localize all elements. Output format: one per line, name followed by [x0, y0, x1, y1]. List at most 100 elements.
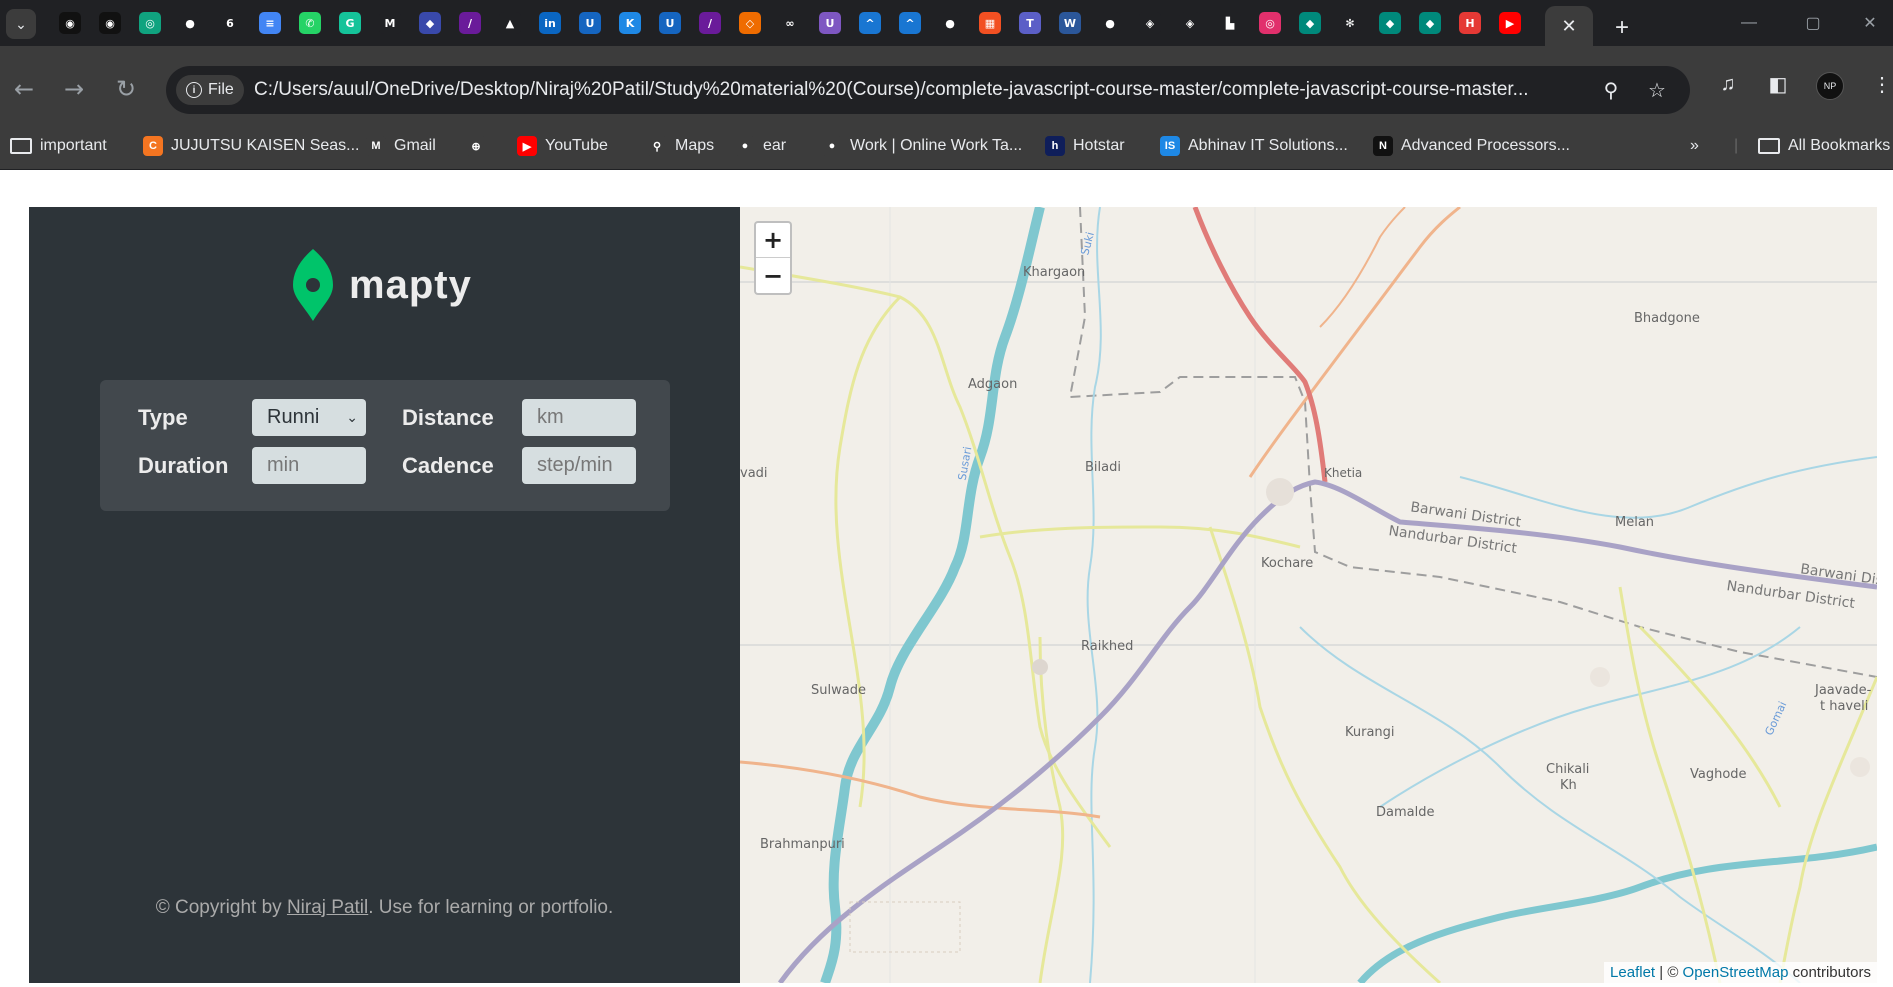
- tab[interactable]: ✻: [1330, 0, 1370, 46]
- tab[interactable]: ◎: [130, 0, 170, 46]
- side-panel-icon[interactable]: ◧: [1760, 66, 1796, 102]
- bookmarks-overflow-button[interactable]: »: [1690, 126, 1699, 166]
- minimize-button[interactable]: —: [1726, 8, 1772, 38]
- all-bookmarks-button[interactable]: All Bookmarks: [1758, 126, 1890, 166]
- tab-list: ◉◉◎●6≡✆GM◆∕▲inUKU∕◇∞U^^●▦TW●◈◈▙◎◆✻◆◆H▶●: [50, 0, 1570, 46]
- duration-input[interactable]: min: [252, 447, 366, 484]
- tab[interactable]: T: [1010, 0, 1050, 46]
- maximize-button[interactable]: ▢: [1790, 8, 1836, 38]
- map-label: Biladi: [1085, 460, 1121, 475]
- grammarly-icon: G: [339, 12, 361, 34]
- leaflet-link[interactable]: Leaflet: [1610, 964, 1655, 981]
- distance-input[interactable]: km: [522, 399, 636, 436]
- bookmark-item[interactable]: important: [10, 126, 107, 166]
- bookmark-item[interactable]: ▶ YouTube: [517, 126, 608, 166]
- tab-close-icon[interactable]: ✕: [1561, 16, 1576, 37]
- tab[interactable]: ◆: [1370, 0, 1410, 46]
- tab[interactable]: ◈: [1170, 0, 1210, 46]
- bookmark-item[interactable]: h Hotstar: [1045, 126, 1125, 166]
- form-row-1: Type Runni ⌄ Distance km: [138, 399, 672, 436]
- bookmark-item[interactable]: ● Work | Online Work Ta...: [822, 126, 1022, 166]
- tab[interactable]: ▶: [1490, 0, 1530, 46]
- author-link[interactable]: Niraj Patil: [287, 897, 368, 918]
- instagram-icon: ◎: [1259, 12, 1281, 34]
- tab[interactable]: ●: [170, 0, 210, 46]
- map-label: t haveli: [1820, 699, 1869, 714]
- tab[interactable]: ◉: [90, 0, 130, 46]
- tab[interactable]: ◈: [1130, 0, 1170, 46]
- teams-icon: T: [1019, 12, 1041, 34]
- logo-text: mapty: [349, 262, 472, 307]
- bookmark-item[interactable]: ● ear: [735, 126, 786, 166]
- tab[interactable]: in: [530, 0, 570, 46]
- bookmark-favicon-icon: ●: [735, 136, 755, 156]
- tab[interactable]: ●: [930, 0, 970, 46]
- tab[interactable]: U: [650, 0, 690, 46]
- favicon-19-icon: ∞: [779, 12, 801, 34]
- map[interactable]: Khargaon Bhadgone Adgaon Biladi Khetia B…: [740, 207, 1877, 983]
- tab[interactable]: W: [1050, 0, 1090, 46]
- bookmark-label: Advanced Processors...: [1401, 137, 1570, 154]
- bookmark-item[interactable]: N Advanced Processors...: [1373, 126, 1570, 166]
- map-label: Melan: [1615, 515, 1655, 530]
- tab[interactable]: M: [370, 0, 410, 46]
- tab[interactable]: 6: [210, 0, 250, 46]
- profile-avatar[interactable]: NP: [1816, 72, 1844, 100]
- tab[interactable]: ◆: [1410, 0, 1450, 46]
- map-tiles[interactable]: [740, 207, 1877, 983]
- tab[interactable]: K: [610, 0, 650, 46]
- location-icon[interactable]: ⚲: [1596, 75, 1626, 105]
- drive-icon: ▲: [499, 12, 521, 34]
- tab[interactable]: U: [570, 0, 610, 46]
- window-close-button[interactable]: ✕: [1847, 8, 1893, 38]
- active-tab[interactable]: ✕: [1545, 6, 1593, 46]
- zoom-out-button[interactable]: −: [756, 258, 790, 293]
- zoom-in-button[interactable]: +: [756, 223, 790, 258]
- bookmark-item[interactable]: ⚲ Maps: [647, 126, 714, 166]
- tab[interactable]: ▦: [970, 0, 1010, 46]
- copyright-text: © Copyright by Niraj Patil. Use for lear…: [29, 897, 740, 919]
- tab[interactable]: ∕: [450, 0, 490, 46]
- cadence-input[interactable]: step/min: [522, 447, 636, 484]
- tab[interactable]: ✆: [290, 0, 330, 46]
- tab[interactable]: U: [810, 0, 850, 46]
- tab[interactable]: ◇: [730, 0, 770, 46]
- tab[interactable]: ▙: [1210, 0, 1250, 46]
- favicon-11-icon: ∕: [459, 12, 481, 34]
- tab[interactable]: ●: [1090, 0, 1130, 46]
- tab[interactable]: ^: [850, 0, 890, 46]
- new-tab-button[interactable]: +: [1604, 10, 1640, 46]
- all-bookmarks-label: All Bookmarks: [1788, 137, 1891, 154]
- docs-icon: ≡: [259, 12, 281, 34]
- bookmark-item[interactable]: ⊕: [466, 126, 486, 166]
- bookmark-item[interactable]: M Gmail: [366, 126, 436, 166]
- address-bar[interactable]: i File C:/Users/auul/OneDrive/Desktop/Ni…: [166, 66, 1690, 114]
- bookmark-item[interactable]: C JUJUTSU KAISEN Seas...: [143, 126, 360, 166]
- tab[interactable]: ^: [890, 0, 930, 46]
- tab[interactable]: ◆: [410, 0, 450, 46]
- tab[interactable]: H: [1450, 0, 1490, 46]
- address-url[interactable]: C:/Users/auul/OneDrive/Desktop/Niraj%20P…: [254, 66, 1604, 114]
- reload-button[interactable]: ↻: [108, 71, 144, 107]
- site-info-chip[interactable]: i File: [176, 75, 244, 105]
- back-button[interactable]: ←: [6, 71, 42, 107]
- bookmark-star-icon[interactable]: ☆: [1642, 75, 1672, 105]
- tab[interactable]: ∞: [770, 0, 810, 46]
- tab[interactable]: G: [330, 0, 370, 46]
- menu-kebab-icon[interactable]: ⋮: [1864, 66, 1893, 102]
- tab[interactable]: ◉: [50, 0, 90, 46]
- media-control-icon[interactable]: ♫: [1710, 66, 1746, 102]
- tab[interactable]: ◆: [1290, 0, 1330, 46]
- tab[interactable]: ≡: [250, 0, 290, 46]
- osm-link[interactable]: OpenStreetMap: [1683, 964, 1789, 981]
- tab[interactable]: ∕: [690, 0, 730, 46]
- map-label: Raikhed: [1081, 639, 1134, 654]
- tab[interactable]: ◎: [1250, 0, 1290, 46]
- tab[interactable]: ▲: [490, 0, 530, 46]
- logo: mapty: [291, 247, 472, 323]
- bookmark-item[interactable]: IS Abhinav IT Solutions...: [1160, 126, 1348, 166]
- type-select[interactable]: Runni ⌄: [252, 399, 366, 436]
- favicon-15-icon: K: [619, 12, 641, 34]
- tab-search-button[interactable]: ⌄: [6, 9, 36, 39]
- forward-button[interactable]: →: [56, 71, 92, 107]
